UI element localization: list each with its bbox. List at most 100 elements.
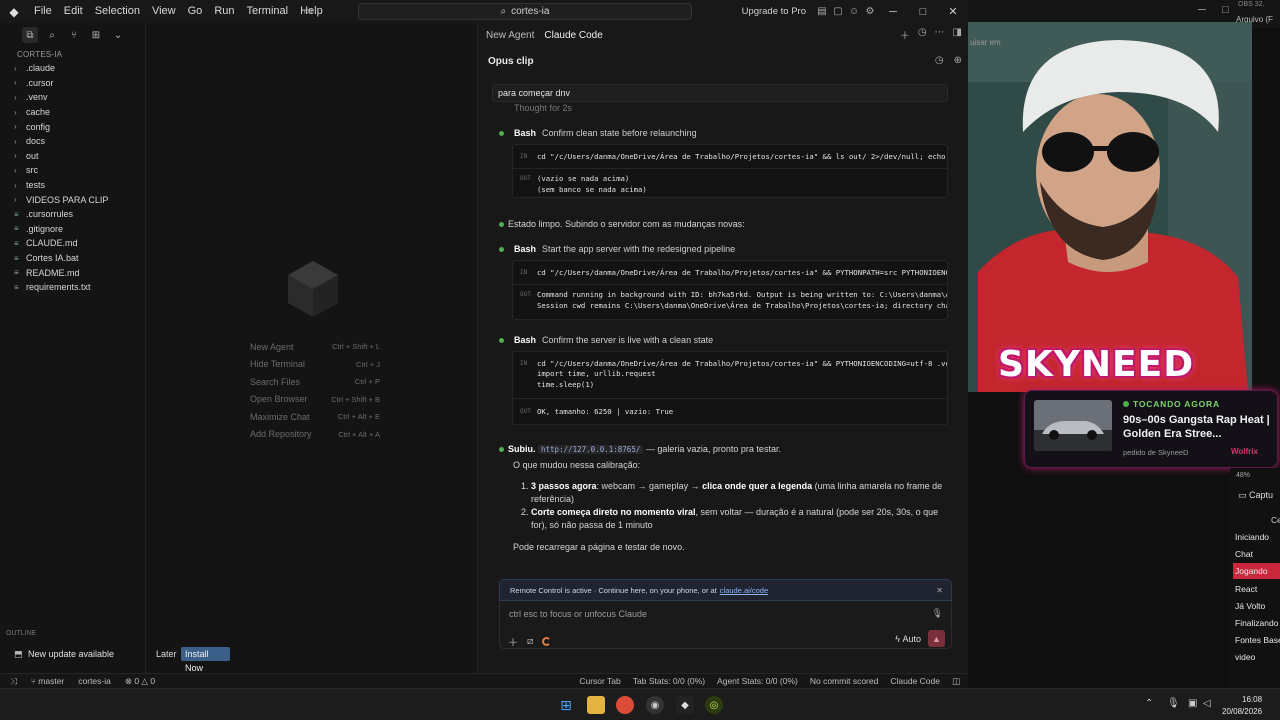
scene-item[interactable]: Chat [1233,546,1280,562]
claude-code-link[interactable]: claude.ai/code [720,586,768,595]
user-message[interactable]: para começar dnv [492,84,948,102]
layout-icon[interactable]: ▤ [814,0,830,23]
scene-item[interactable]: Jogando [1233,563,1280,580]
shortcut-row[interactable]: Maximize Chat Ctrl + Alt + E [250,408,380,426]
tree-file[interactable]: ≡ requirements.txt [0,280,145,295]
extensions-icon[interactable]: ⊞ [88,27,104,43]
tree-folder[interactable]: › VIDEOS PARA CLIP [0,192,145,207]
mode-selector[interactable]: ϟ Auto [895,634,921,644]
scene-item[interactable]: Finalizando [1233,615,1280,631]
obs-minimize-icon[interactable]: ─ [1198,4,1206,16]
cursor-logo-icon[interactable]: ◆ [0,0,28,23]
notifications-icon[interactable]: ◫ [952,676,960,687]
branch-indicator[interactable]: ⑂ master [31,676,64,686]
windows-start-icon[interactable]: ⊞ [557,696,575,714]
remote-icon[interactable]: ⤨ [10,676,17,687]
microphone-icon[interactable]: 🎙 [1167,698,1180,709]
cursor-app-icon[interactable]: ◆ [676,696,694,714]
panel-toggle-icon[interactable]: ◨ [953,27,962,42]
send-button[interactable]: ▲ [928,630,945,647]
file-explorer-icon[interactable] [587,696,605,714]
tree-folder[interactable]: › .claude [0,61,145,76]
menu-edit[interactable]: Edit [58,0,89,23]
obs-icon[interactable]: ◉ [646,696,664,714]
minimize-icon[interactable]: ─ [878,0,908,23]
settings-gear-icon[interactable]: ⚙ [862,0,878,23]
add-context-icon[interactable]: ＋ [508,634,518,649]
tree-folder[interactable]: › src [0,163,145,178]
slash-command-icon[interactable]: ⧄ [527,636,533,647]
maximize-icon[interactable]: □ [908,0,938,23]
status-commit[interactable]: No commit scored [810,676,879,686]
chat-input[interactable]: ctrl esc to focus or unfocus Claude 🎙 ＋ … [499,601,952,649]
project-name[interactable]: CORTES-IA [0,47,145,59]
chevron-down-icon[interactable]: ⌄ [110,27,126,43]
close-icon[interactable]: ✕ [938,0,968,23]
tool-step[interactable]: Bash Confirm clean state before relaunchi… [499,128,697,138]
scene-item[interactable]: Iniciando [1233,529,1280,545]
toggle-sidebar-icon[interactable]: ▭ [300,0,316,23]
tree-file[interactable]: ≡ Cortes IA.bat [0,251,145,266]
upgrade-link[interactable]: Upgrade to Pro [742,6,806,17]
source-control-icon[interactable]: ⑂ [66,27,82,43]
more-icon[interactable]: ⋯ [935,27,945,42]
display-icon[interactable]: ▣ [1188,698,1197,709]
tree-folder[interactable]: › .venv [0,90,145,105]
system-clock[interactable]: 16:08 20/08/2026 [1222,694,1262,718]
shortcut-row[interactable]: Search Files Ctrl + P [250,373,380,391]
close-banner-icon[interactable]: ✕ [936,586,943,595]
tree-file[interactable]: ≡ CLAUDE.md [0,236,145,251]
menu-terminal[interactable]: Terminal [241,0,295,23]
app-icon[interactable]: ◎ [705,696,723,714]
menu-view[interactable]: View [146,0,182,23]
files-icon[interactable]: ⧉ [22,27,38,43]
status-agent-stats[interactable]: Agent Stats: 0/0 (0%) [717,676,798,686]
tab-claude-code[interactable]: Claude Code [544,30,602,41]
tree-folder[interactable]: › cache [0,105,145,120]
menu-go[interactable]: Go [182,0,209,23]
volume-icon[interactable]: ◁ [1203,698,1211,709]
mic-icon[interactable]: 🎙 [932,608,943,619]
menu-run[interactable]: Run [208,0,240,23]
outline-section[interactable]: OUTLINE [6,630,36,637]
search-files-icon[interactable]: ⌕ [44,27,60,43]
tree-folder[interactable]: › out [0,149,145,164]
status-cursor-tab[interactable]: Cursor Tab [579,676,620,686]
people-icon[interactable]: ☺ [846,0,862,23]
history-icon[interactable]: ◷ [918,27,927,42]
tab-new-agent[interactable]: New Agent [486,30,534,41]
shortcut-row[interactable]: New Agent Ctrl + Shift + L [250,338,380,356]
tool-step[interactable]: Bash Start the app server with the redesi… [499,244,735,254]
capture-panel[interactable]: ▭ Captu [1238,490,1273,501]
scene-item[interactable]: video [1233,649,1280,665]
menu-file[interactable]: File [28,0,58,23]
tree-file[interactable]: ≡ .cursorrules [0,207,145,222]
tree-file[interactable]: ≡ .gitignore [0,222,145,237]
scene-item[interactable]: Já Volto [1233,598,1280,614]
tree-folder[interactable]: › config [0,119,145,134]
clock-icon[interactable]: ◷ [935,55,944,66]
tool-step[interactable]: Bash Confirm the server is live with a cl… [499,335,713,345]
status-claude-code[interactable]: Claude Code [890,676,940,686]
tree-folder[interactable]: › docs [0,134,145,149]
tree-folder[interactable]: › tests [0,178,145,193]
menu-selection[interactable]: Selection [89,0,146,23]
server-url-link[interactable]: http://127.0.0.1:8765/ [538,445,644,454]
shortcut-row[interactable]: Hide Terminal Ctrl + J [250,356,380,374]
status-tab-stats[interactable]: Tab Stats: 0/0 (0%) [633,676,705,686]
shortcut-row[interactable]: Open Browser Ctrl + Shift + B [250,391,380,409]
chrome-icon[interactable] [616,696,634,714]
command-search[interactable]: ⌕ cortes-ia [358,3,692,20]
scene-item[interactable]: React [1233,581,1280,597]
chat-icon[interactable]: ▢ [830,0,846,23]
tray-chevron-icon[interactable]: ⌃ [1145,698,1153,709]
problems-indicator[interactable]: ⊗ 0 △ 0 [125,676,155,687]
tree-file[interactable]: ≡ README.md [0,265,145,280]
obs-maximize-icon[interactable]: □ [1222,4,1229,16]
shortcut-row[interactable]: Add Repository Ctrl + Alt + A [250,426,380,444]
scene-item[interactable]: Fontes Base [1233,632,1280,648]
new-chat-icon[interactable]: ⊕ [954,55,962,66]
plus-icon[interactable]: ＋ [900,27,910,42]
tree-folder[interactable]: › .cursor [0,76,145,91]
project-indicator[interactable]: cortes-ia [78,676,111,686]
